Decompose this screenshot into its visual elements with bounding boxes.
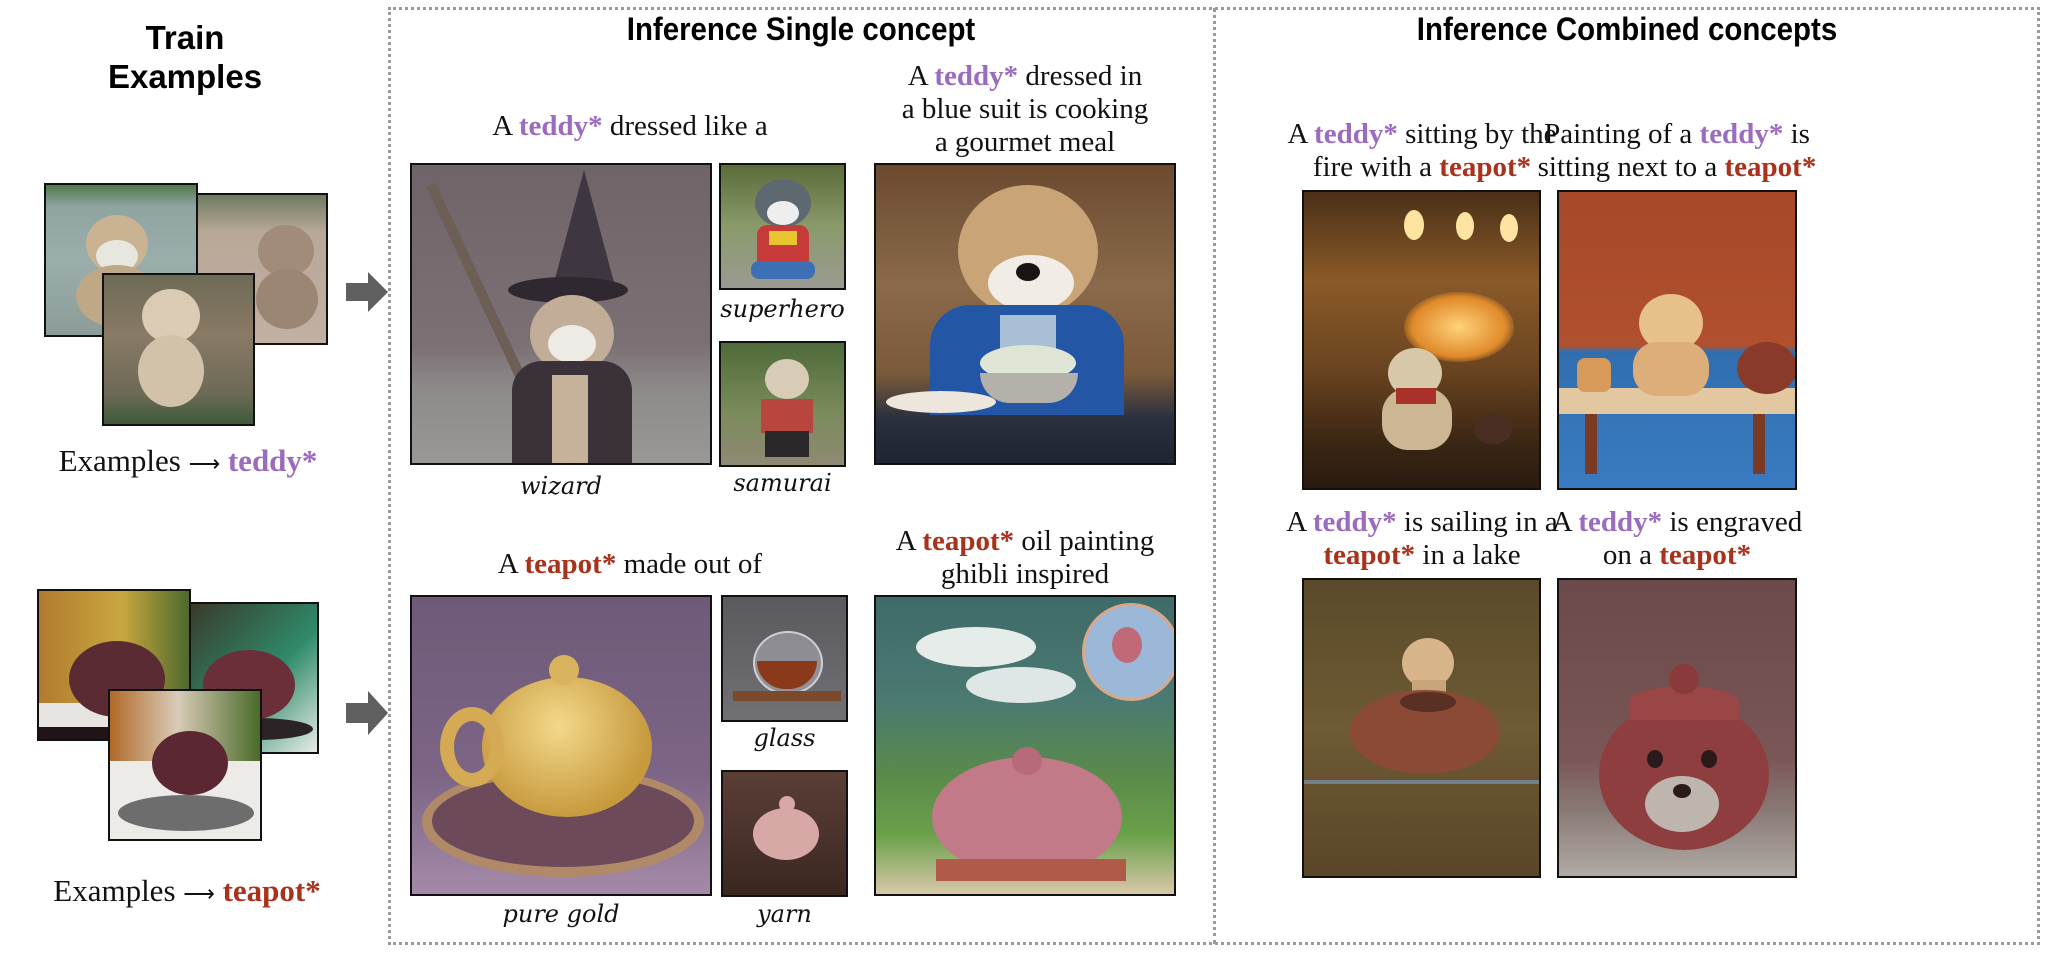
prompt-text: made out of	[616, 548, 763, 580]
prompt-text: A	[1286, 506, 1313, 538]
train-image-teapot-3	[108, 689, 262, 841]
prompt-text: A	[492, 110, 519, 142]
token-teapot: teapot*	[524, 548, 617, 580]
token-teapot: teapot*	[1439, 151, 1532, 183]
generated-image-yarn	[721, 770, 848, 897]
token-teddy: teddy*	[518, 110, 603, 142]
prompt-teapot-made-out-of: A teapot* made out of	[410, 548, 850, 581]
prompt-text: on a	[1602, 539, 1660, 571]
prompt-combined-sailing: A teddy* is sailing in a teapot* in a la…	[1282, 506, 1562, 572]
prompt-text: is	[1783, 118, 1810, 150]
prompt-line: A teddy* dressed in	[874, 60, 1176, 93]
generated-image-glass	[721, 595, 848, 722]
prompt-line: ghibli inspired	[940, 558, 1110, 590]
prompt-line: teapot* in a lake	[1282, 539, 1562, 572]
label-yarn: yarn	[757, 900, 812, 928]
label-glass: glass	[753, 724, 816, 752]
generated-image-teddy-by-fire	[1302, 190, 1541, 490]
prompt-text: oil painting	[1014, 525, 1155, 557]
prompt-text: A	[1551, 506, 1579, 538]
label-samurai: samurai	[733, 469, 832, 497]
prompt-text: A	[497, 548, 525, 580]
prompt-text: dressed in	[1018, 60, 1143, 92]
prompt-line: on a teapot*	[1537, 539, 1817, 572]
maps-to-arrow-icon: ⟶	[183, 881, 215, 906]
generated-image-pure-gold	[410, 595, 712, 896]
generated-image-ghibli	[874, 595, 1176, 896]
prompt-line: A teddy* is sailing in a	[1282, 506, 1562, 539]
train-title-line2: Examples	[107, 58, 263, 95]
panel-divider	[1213, 8, 1216, 944]
generated-image-cooking	[874, 163, 1176, 465]
prompt-text: A	[907, 60, 935, 92]
token-teddy: teddy*	[1699, 118, 1784, 150]
prompt-text: A	[1287, 118, 1315, 150]
train-label-teapot: Examples ⟶ teapot*	[22, 874, 352, 910]
prompt-line: a blue suit is cooking	[901, 93, 1149, 125]
prompt-text: sitting by the	[1397, 118, 1557, 150]
prompt-teapot-oil-painting: A teapot* oil painting ghibli inspired	[874, 525, 1176, 591]
generated-image-painting-teddy-teapot	[1557, 190, 1797, 490]
prompt-line: A teddy* sitting by the	[1282, 118, 1562, 151]
generated-image-superhero	[719, 163, 846, 290]
single-concept-title: Inference Single concept	[626, 11, 976, 47]
prompt-line: a gourmet meal	[934, 126, 1116, 158]
train-title: Train Examples	[80, 18, 290, 96]
prompt-line: A teddy* is engraved	[1537, 506, 1817, 539]
token-teddy: teddy*	[934, 60, 1019, 92]
token-teapot: teapot*	[222, 873, 321, 908]
prompt-teddy-blue-suit-cooking: A teddy* dressed in a blue suit is cooki…	[874, 60, 1176, 159]
prompt-text: A	[895, 525, 923, 557]
maps-to-arrow-icon: ⟶	[188, 451, 221, 476]
arrow-right-icon	[346, 272, 388, 312]
label-wizard: wizard	[519, 472, 602, 500]
label-prefix: Examples	[58, 443, 181, 478]
label-superhero: superhero	[720, 295, 845, 323]
prompt-text: sitting next to a	[1537, 151, 1725, 183]
train-label-teddy: Examples ⟶ teddy*	[28, 444, 348, 480]
generated-image-engraved-teapot	[1557, 578, 1797, 878]
prompt-line: sitting next to a teapot*	[1537, 151, 1817, 184]
token-teapot: teapot*	[1659, 539, 1752, 571]
token-teapot: teapot*	[1724, 151, 1817, 183]
arrow-right-icon	[346, 691, 388, 735]
token-teapot: teapot*	[1323, 539, 1416, 571]
prompt-teddy-dressed-like: A teddy* dressed like a	[410, 110, 850, 143]
token-teddy: teddy*	[1312, 506, 1397, 538]
label-prefix: Examples	[53, 873, 176, 908]
prompt-text: fire with a	[1312, 151, 1440, 183]
prompt-text: Painting of a	[1544, 118, 1700, 150]
train-title-line1: Train	[145, 19, 225, 56]
token-teddy: teddy*	[1578, 506, 1663, 538]
prompt-text: is engraved	[1662, 506, 1803, 538]
prompt-text: is sailing in a	[1396, 506, 1558, 538]
token-teddy: teddy*	[227, 443, 318, 478]
prompt-line: A teapot* oil painting	[874, 525, 1176, 558]
prompt-text: dressed like a	[602, 110, 768, 142]
prompt-text: in a lake	[1415, 539, 1521, 571]
prompt-combined-painting: Painting of a teddy* is sitting next to …	[1537, 118, 1817, 184]
generated-image-wizard	[410, 163, 712, 465]
prompt-line: fire with a teapot*	[1282, 151, 1562, 184]
prompt-combined-fire: A teddy* sitting by the fire with a teap…	[1282, 118, 1562, 184]
generated-image-teddy-sailing-teapot	[1302, 578, 1541, 878]
label-pure-gold: pure gold	[502, 900, 620, 928]
train-image-teddy-3	[102, 273, 255, 426]
token-teapot: teapot*	[922, 525, 1015, 557]
token-teddy: teddy*	[1314, 118, 1398, 150]
generated-image-samurai	[719, 341, 846, 467]
prompt-line: Painting of a teddy* is	[1537, 118, 1817, 151]
combined-concepts-title: Inference Combined concepts	[1416, 11, 1838, 47]
prompt-combined-engraved: A teddy* is engraved on a teapot*	[1537, 506, 1817, 572]
